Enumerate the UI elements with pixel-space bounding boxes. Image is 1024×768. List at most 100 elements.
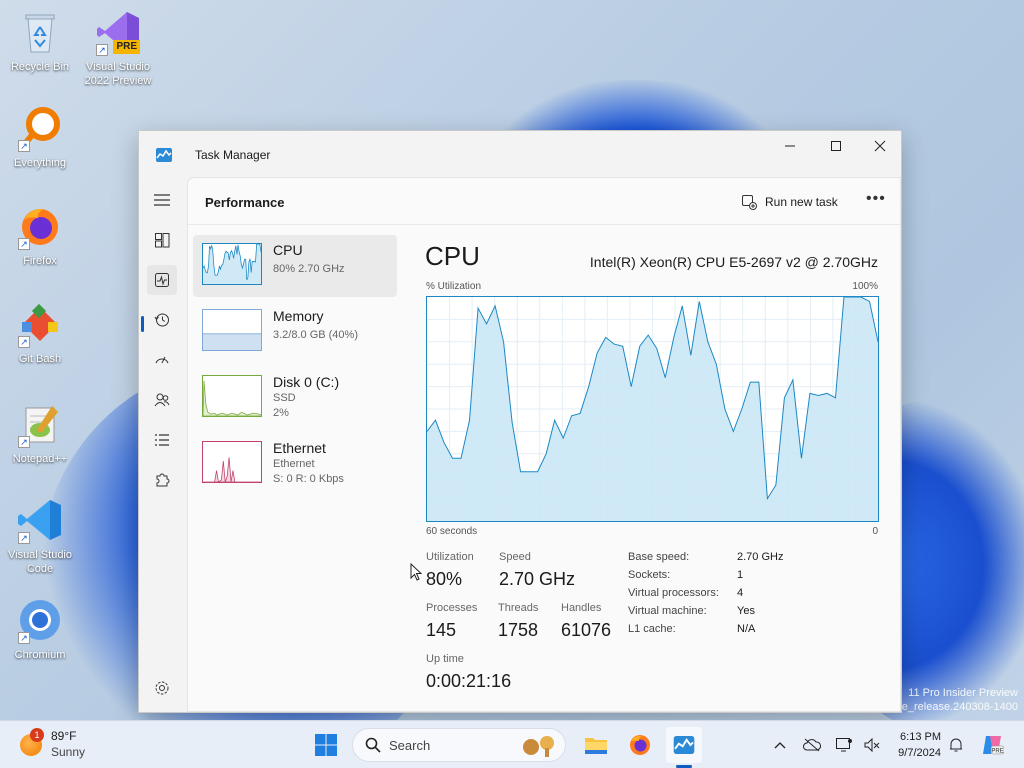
- watermark-line: e_release.240308-1400: [901, 701, 1018, 713]
- spec-label: Virtual processors:: [628, 587, 719, 599]
- spec-value: 4: [737, 587, 744, 599]
- resource-list: CPU 80% 2.70 GHz Memory 3.2/8.0 GB (40%)…: [193, 235, 397, 499]
- desktop-icon-notepadpp[interactable]: ↗ Notepad++: [0, 400, 80, 466]
- desktop-icon-label: Chromium: [14, 649, 66, 661]
- tray-cloud-status[interactable]: [802, 735, 822, 755]
- show-hidden-icons-button[interactable]: [770, 735, 790, 755]
- taskbar-task-manager[interactable]: [666, 727, 702, 763]
- y-axis-label: % Utilization: [426, 281, 482, 292]
- resource-item-disk[interactable]: Disk 0 (C:) SSD 2%: [193, 367, 397, 429]
- resource-detail: SSD: [273, 392, 296, 404]
- page-title: Performance: [205, 195, 285, 210]
- threads-label: Threads: [498, 602, 539, 614]
- utilization-label: Utilization: [426, 551, 474, 563]
- maximize-button[interactable]: [813, 131, 859, 161]
- system-clock[interactable]: 6:13 PM 9/7/2024: [891, 729, 941, 761]
- desktop-icon-everything[interactable]: ↗ Everything: [0, 104, 80, 170]
- close-button[interactable]: [857, 131, 903, 161]
- taskbar-file-explorer[interactable]: [578, 727, 614, 763]
- title-bar[interactable]: Task Manager: [139, 131, 901, 177]
- folder-icon: [585, 738, 607, 754]
- svg-text:PRE: PRE: [991, 749, 1003, 755]
- services-puzzle-icon: [156, 473, 170, 487]
- nav-processes[interactable]: [147, 225, 177, 255]
- nav-startup-apps[interactable]: [147, 345, 177, 375]
- resource-name: Disk 0 (C:): [273, 374, 340, 390]
- volume-muted-icon: [864, 738, 880, 752]
- resource-detail: S: 0 R: 0 Kbps: [273, 473, 344, 485]
- resource-detail: 2%: [273, 407, 289, 419]
- desktop-icon-vscode[interactable]: ↗ Visual Studio Code: [0, 496, 80, 576]
- navigation-rail: [139, 177, 185, 712]
- memory-thumbnail-graph: [202, 309, 262, 351]
- nav-users[interactable]: [147, 385, 177, 415]
- clock-date: 9/7/2024: [898, 747, 941, 759]
- cpu-model-name: Intel(R) Xeon(R) CPU E5-2697 v2 @ 2.70GH…: [589, 254, 878, 270]
- nav-details[interactable]: [147, 425, 177, 455]
- uptime-value: 0:00:21:16: [426, 671, 512, 691]
- run-new-task-button[interactable]: Run new task: [741, 192, 838, 212]
- settings-gear-icon: [155, 681, 169, 695]
- x-axis-right-label: 0: [872, 526, 878, 537]
- search-placeholder: Search: [389, 737, 431, 753]
- minimize-icon: [785, 145, 795, 147]
- hamburger-menu-button[interactable]: [147, 185, 177, 215]
- windows-watermark: 11 Pro Insider Preview e_release.240308-…: [902, 686, 1018, 714]
- desktop-icon-chromium[interactable]: ↗ Chromium: [0, 596, 80, 662]
- disk-thumbnail-graph: [202, 375, 262, 417]
- processes-label: Processes: [426, 602, 478, 614]
- shortcut-arrow-icon: ↗: [18, 336, 30, 348]
- y-axis-max-label: 100%: [852, 281, 878, 292]
- handles-label: Handles: [561, 602, 602, 614]
- minimize-button[interactable]: [767, 131, 813, 161]
- spec-label: Base speed:: [628, 551, 690, 563]
- spec-value: 1: [737, 569, 744, 581]
- notepad-plus-plus-icon: ↗: [16, 400, 64, 448]
- processes-value: 145: [426, 620, 457, 640]
- desktop-icon-git-bash[interactable]: ↗ Git Bash: [0, 300, 80, 366]
- taskbar-search-box[interactable]: Search: [352, 728, 566, 762]
- desktop-icon-visual-studio[interactable]: PRE ↗ Visual Studio 2022 Preview: [78, 8, 158, 88]
- ethernet-thumbnail-graph: [202, 441, 262, 483]
- preview-badge: PRE: [113, 40, 140, 54]
- users-icon: [154, 393, 170, 407]
- x-axis-left-label: 60 seconds: [426, 526, 478, 537]
- copilot-button[interactable]: PRE: [980, 733, 1004, 757]
- tray-volume[interactable]: [862, 735, 882, 755]
- search-highlight-icon: [523, 736, 554, 757]
- clock-time: 6:13 PM: [900, 731, 941, 743]
- nav-performance[interactable]: [147, 265, 177, 295]
- nav-services[interactable]: [147, 465, 177, 495]
- windows-logo-icon: [315, 734, 337, 756]
- desktop-icon-label: Recycle Bin: [10, 61, 70, 73]
- desktop-icon-label: Firefox: [23, 255, 57, 267]
- nav-settings[interactable]: [147, 673, 177, 703]
- utilization-value: 80%: [426, 569, 463, 589]
- spec-label: Virtual machine:: [628, 605, 707, 617]
- desktop-icon-firefox[interactable]: ↗ Firefox: [0, 202, 80, 268]
- task-manager-window: Task Manager Performance Run new task ••…: [138, 130, 902, 713]
- start-button[interactable]: [308, 727, 344, 763]
- visual-studio-icon: PRE ↗: [94, 8, 142, 56]
- window-title: Task Manager: [195, 148, 271, 162]
- resource-name: Memory: [273, 308, 324, 324]
- shortcut-arrow-icon: ↗: [18, 238, 30, 250]
- resource-item-memory[interactable]: Memory 3.2/8.0 GB (40%): [193, 301, 397, 363]
- run-new-task-label: Run new task: [765, 195, 838, 209]
- resource-item-ethernet[interactable]: Ethernet Ethernet S: 0 R: 0 Kbps: [193, 433, 397, 495]
- desktop-icon-label: Git Bash: [18, 353, 62, 365]
- desktop-icon-recycle-bin[interactable]: Recycle Bin: [0, 8, 80, 74]
- git-bash-icon: ↗: [16, 300, 64, 348]
- vscode-icon: ↗: [16, 496, 64, 544]
- taskbar: 1 89°F Sunny Search 6:13 PM 9/7/2024 PRE: [0, 720, 1024, 768]
- nav-app-history[interactable]: [147, 305, 177, 335]
- tray-network[interactable]: [834, 735, 854, 755]
- cloud-off-icon: [803, 738, 821, 752]
- history-icon: [154, 313, 169, 327]
- resource-item-cpu[interactable]: CPU 80% 2.70 GHz: [193, 235, 397, 297]
- more-options-button[interactable]: •••: [866, 190, 886, 208]
- taskbar-firefox[interactable]: [622, 727, 658, 763]
- notifications-button[interactable]: [946, 735, 966, 755]
- uptime-label: Up time: [426, 653, 464, 665]
- temperature: 89°F: [51, 729, 77, 743]
